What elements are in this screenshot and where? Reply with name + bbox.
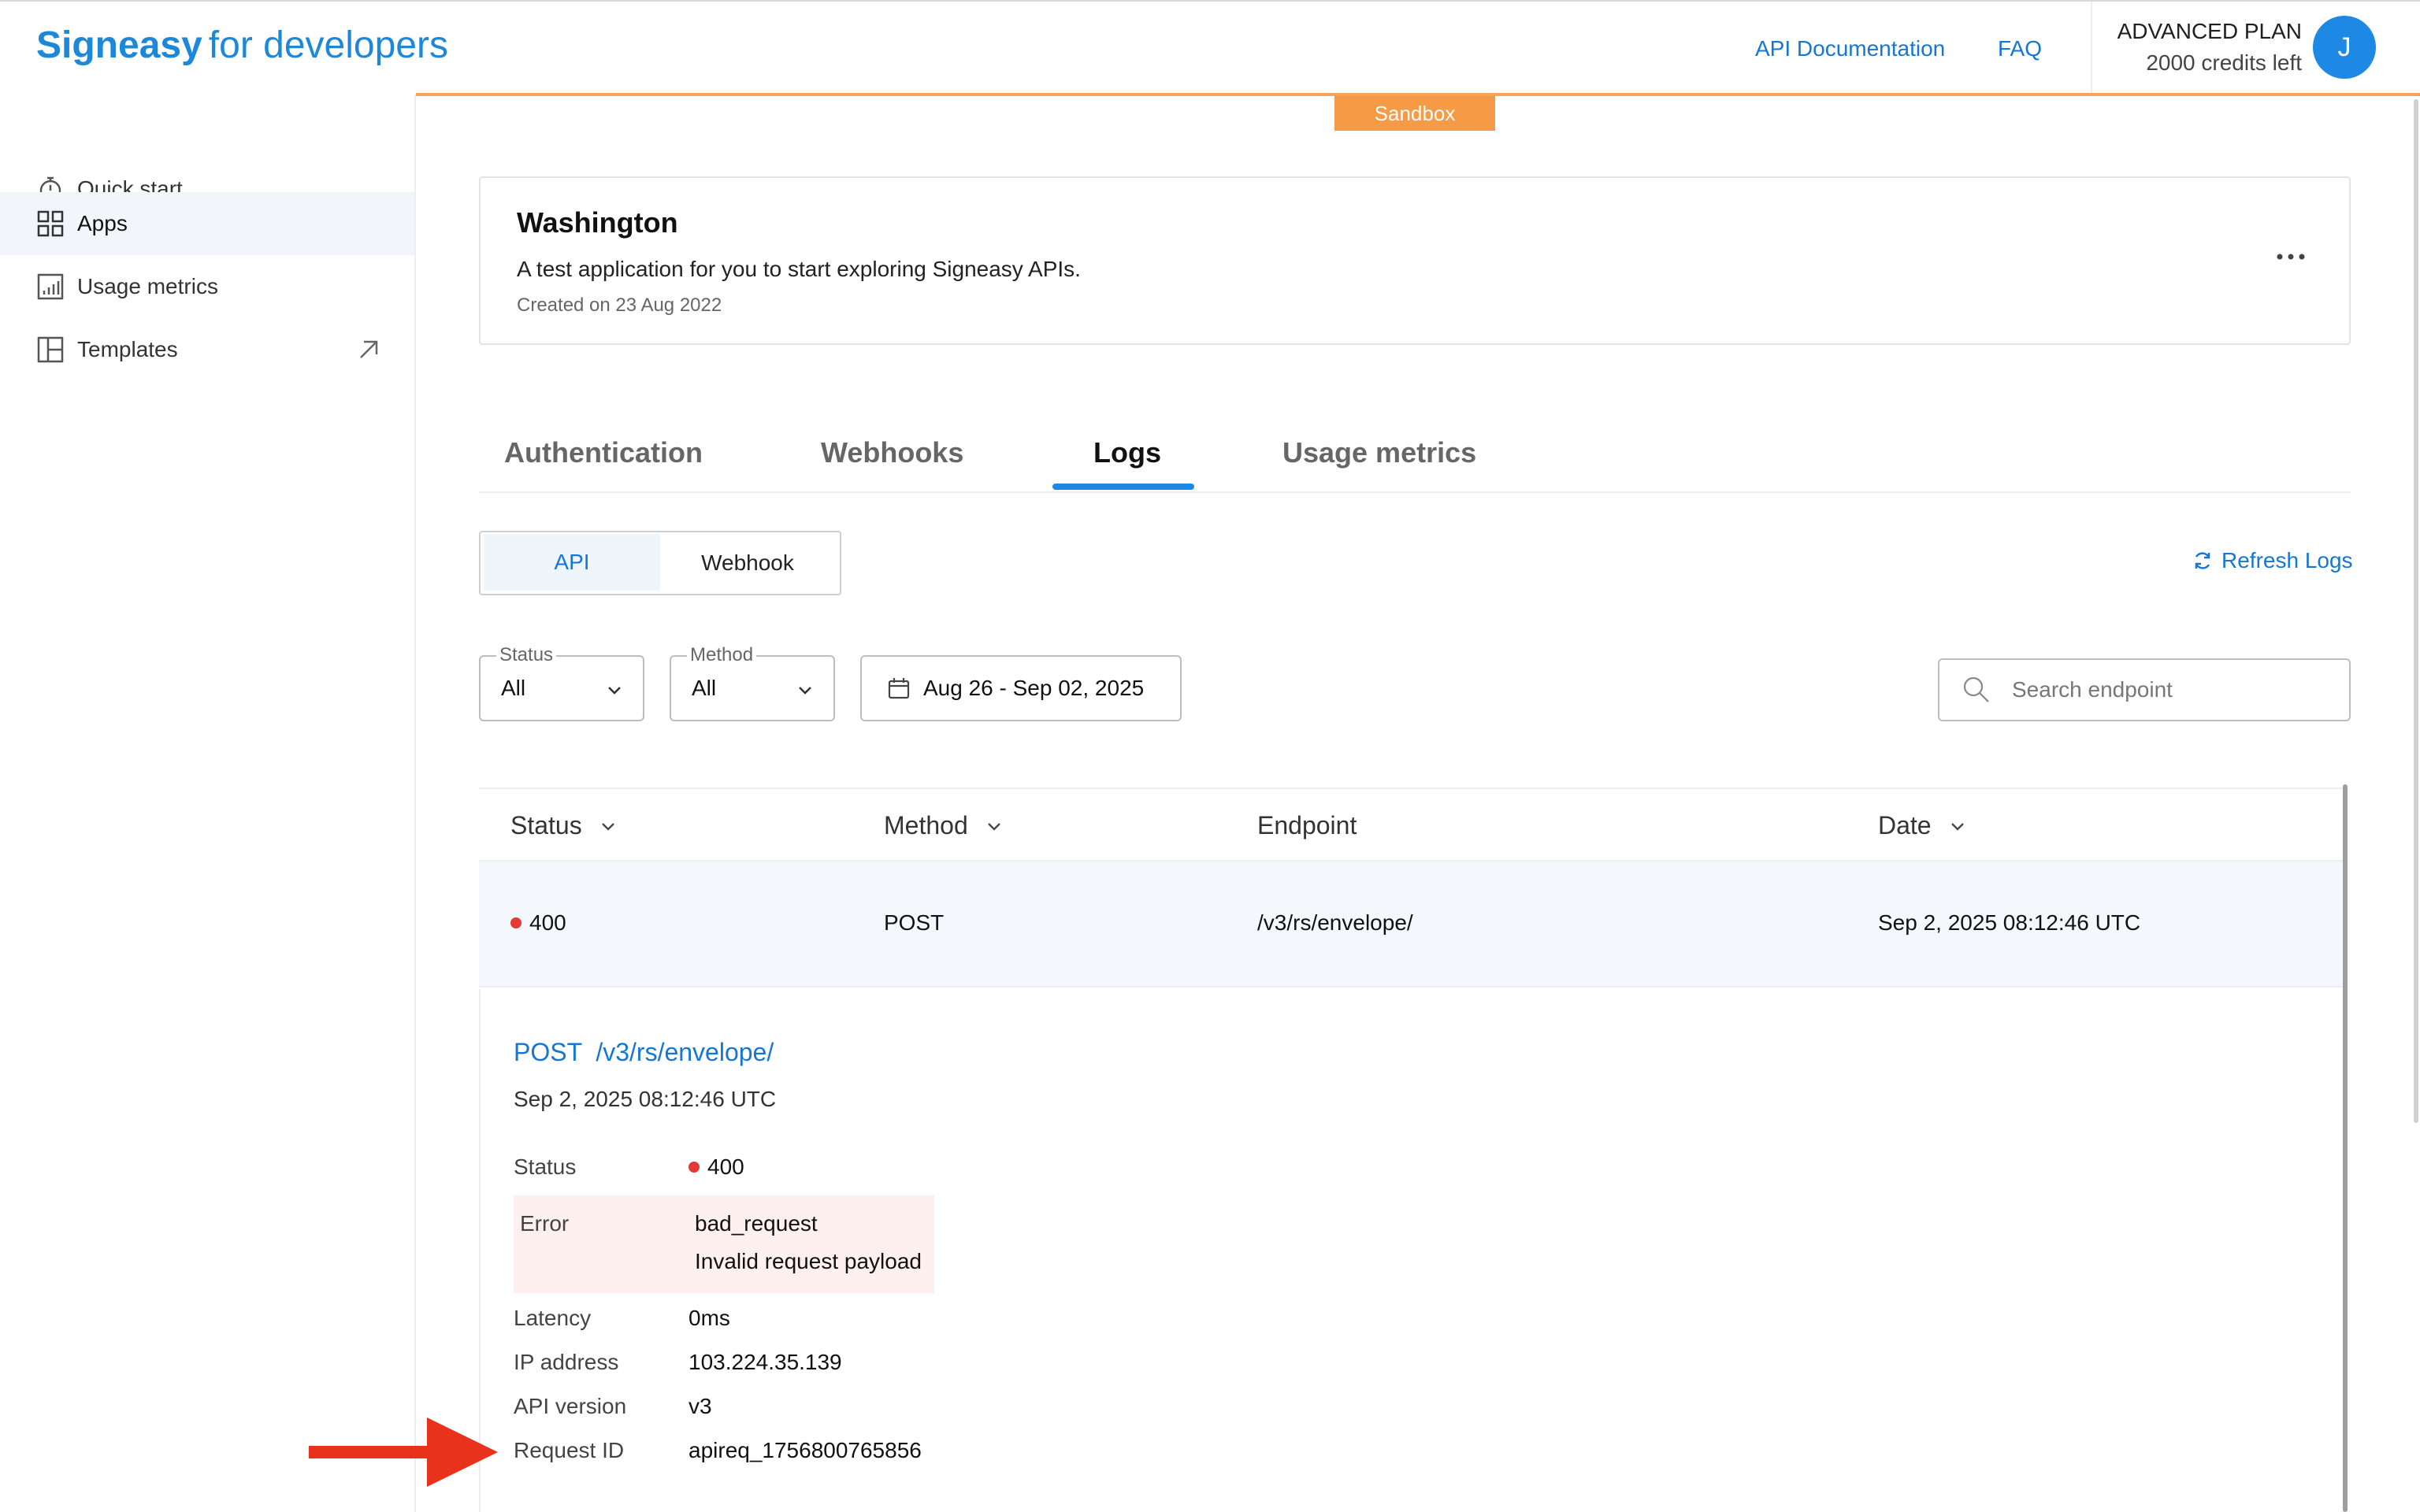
page-scrollbar[interactable] bbox=[2414, 99, 2418, 1123]
detail-ip-label: IP address bbox=[514, 1350, 619, 1374]
tab-usage-metrics[interactable]: Usage metrics bbox=[1282, 436, 1476, 469]
row-status: 400 bbox=[510, 910, 566, 936]
logo[interactable]: Signeasy for developers bbox=[36, 22, 448, 69]
method-filter-value: All bbox=[692, 676, 717, 700]
detail-status-code: 400 bbox=[707, 1154, 744, 1179]
app-description: A test application for you to start expl… bbox=[517, 257, 1081, 281]
column-endpoint-label: Endpoint bbox=[1257, 811, 1357, 839]
chevron-down-icon bbox=[796, 680, 815, 699]
search-icon bbox=[1963, 676, 1989, 702]
sidebar-item-templates[interactable]: Templates bbox=[0, 318, 414, 381]
grid-icon bbox=[36, 209, 65, 238]
tab-logs[interactable]: Logs bbox=[1093, 436, 1161, 469]
external-link-icon bbox=[354, 335, 383, 364]
app-card: Washington A test application for you to… bbox=[479, 176, 2351, 345]
column-status[interactable]: Status bbox=[510, 811, 617, 840]
method-filter-select[interactable]: Method All bbox=[670, 644, 835, 721]
column-date-label: Date bbox=[1878, 811, 1932, 839]
method-filter-label: Method bbox=[687, 644, 757, 666]
tab-authentication[interactable]: Authentication bbox=[504, 436, 703, 469]
row-endpoint: /v3/rs/envelope/ bbox=[1257, 910, 1413, 935]
chevron-down-icon bbox=[601, 822, 614, 831]
template-icon bbox=[36, 335, 65, 364]
column-method-label: Method bbox=[884, 811, 968, 839]
detail-request-title: POST /v3/rs/envelope/ bbox=[514, 1038, 774, 1066]
log-type-toggle: API Webhook bbox=[479, 531, 841, 595]
tab-webhooks[interactable]: Webhooks bbox=[821, 436, 963, 469]
detail-request-id-label: Request ID bbox=[514, 1438, 625, 1462]
sidebar-item-label: Templates bbox=[77, 337, 178, 361]
table-row[interactable]: 400 POST /v3/rs/envelope/ Sep 2, 2025 08… bbox=[479, 862, 2346, 988]
webhook-logs-button[interactable]: Webhook bbox=[660, 532, 835, 594]
faq-link[interactable]: FAQ bbox=[1998, 35, 2042, 63]
column-method[interactable]: Method bbox=[884, 811, 1003, 840]
detail-status-value: 400 bbox=[689, 1154, 744, 1180]
row-method: POST bbox=[884, 910, 945, 935]
table-scrollbar[interactable] bbox=[2343, 784, 2348, 1512]
detail-latency-label: Latency bbox=[514, 1306, 592, 1330]
logo-brand: Signeasy bbox=[36, 24, 202, 66]
avatar[interactable]: J bbox=[2313, 16, 2376, 79]
plan-credits: 2000 credits left bbox=[2146, 50, 2302, 75]
sidebar-item-usage-metrics[interactable]: Usage metrics bbox=[0, 255, 414, 318]
status-filter-select[interactable]: Status All bbox=[479, 644, 644, 721]
detail-date: Sep 2, 2025 08:12:46 UTC bbox=[514, 1087, 777, 1111]
error-status-dot bbox=[689, 1161, 700, 1173]
date-range-value: Aug 26 - Sep 02, 2025 bbox=[923, 676, 1145, 700]
row-date: Sep 2, 2025 08:12:46 UTC bbox=[1878, 910, 2141, 935]
detail-error-message: Invalid request payload bbox=[695, 1249, 922, 1273]
app-created-date: Created on 23 Aug 2022 bbox=[517, 295, 722, 316]
error-status-dot bbox=[510, 917, 521, 928]
sandbox-badge: Sandbox bbox=[1334, 96, 1495, 131]
active-tab-indicator bbox=[1052, 484, 1194, 490]
column-endpoint: Endpoint bbox=[1257, 811, 1357, 840]
column-status-label: Status bbox=[510, 811, 582, 839]
error-highlight-box bbox=[514, 1195, 934, 1293]
detail-api-version-label: API version bbox=[514, 1394, 627, 1418]
app-tabs: Authentication Webhooks Logs Usage metri… bbox=[479, 425, 2351, 493]
sidebar: Quick start Apps Usage metrics Templates bbox=[0, 94, 416, 1512]
column-date[interactable]: Date bbox=[1878, 811, 1966, 840]
detail-api-version-value: v3 bbox=[689, 1394, 712, 1418]
refresh-logs-button[interactable]: Refresh Logs bbox=[2192, 548, 2353, 573]
more-options-icon[interactable] bbox=[2275, 249, 2307, 265]
status-filter-label: Status bbox=[496, 644, 557, 666]
bar-chart-icon bbox=[36, 272, 65, 301]
detail-error-code: bad_request bbox=[695, 1211, 818, 1236]
api-documentation-link[interactable]: API Documentation bbox=[1755, 35, 1945, 63]
sidebar-item-apps[interactable]: Apps bbox=[0, 192, 414, 255]
refresh-logs-label: Refresh Logs bbox=[2221, 548, 2353, 573]
plan-name: ADVANCED PLAN bbox=[2117, 19, 2302, 43]
calendar-icon bbox=[888, 678, 910, 699]
chevron-down-icon bbox=[1950, 822, 1964, 831]
log-detail-panel: POST /v3/rs/envelope/ Sep 2, 2025 08:12:… bbox=[479, 989, 2346, 1512]
sidebar-item-label: Usage metrics bbox=[77, 274, 218, 298]
search-endpoint-input[interactable] bbox=[2012, 677, 2343, 702]
status-filter-value: All bbox=[501, 676, 526, 700]
logo-suffix: for developers bbox=[208, 24, 448, 66]
detail-ip-value: 103.224.35.139 bbox=[689, 1350, 842, 1374]
top-header: Signeasy for developers API Documentation… bbox=[0, 2, 2420, 94]
api-logs-button[interactable]: API bbox=[484, 534, 660, 591]
refresh-icon bbox=[2195, 552, 2210, 569]
detail-status-label: Status bbox=[514, 1154, 577, 1179]
detail-latency-value: 0ms bbox=[689, 1306, 730, 1330]
chevron-down-icon bbox=[605, 680, 624, 699]
annotation-arrow-icon bbox=[309, 1418, 498, 1487]
row-status-code: 400 bbox=[529, 910, 566, 935]
sidebar-item-label: Apps bbox=[77, 211, 128, 235]
detail-request-id-value: apireq_1756800765856 bbox=[689, 1438, 922, 1462]
date-range-picker[interactable]: Aug 26 - Sep 02, 2025 bbox=[860, 655, 1182, 721]
detail-error-label: Error bbox=[520, 1211, 570, 1236]
chevron-down-icon bbox=[987, 822, 1000, 831]
logs-table-header: Status Method Endpoint Date bbox=[479, 788, 2346, 862]
app-title: Washington bbox=[517, 206, 678, 239]
search-endpoint-box[interactable] bbox=[1938, 658, 2351, 721]
